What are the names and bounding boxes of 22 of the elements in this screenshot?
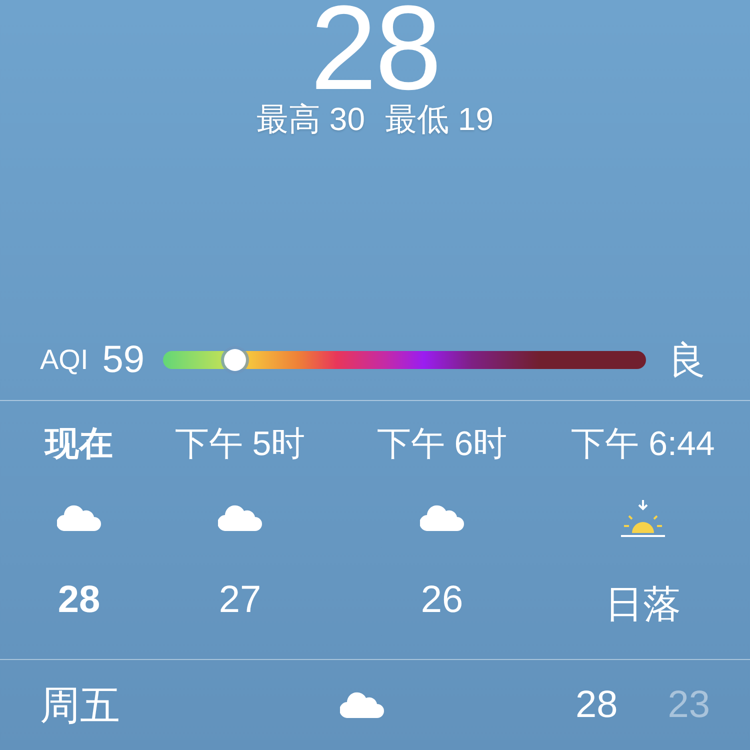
current-temperature: 28: [310, 0, 440, 88]
aqi-quality: 良: [668, 338, 706, 384]
hour-temperature: 日落: [605, 583, 681, 628]
hour-temperature: 26: [420, 579, 464, 622]
low-temperature: 最低 19: [385, 100, 494, 139]
hour-time: 下午 6:44: [571, 424, 715, 461]
hour-time: 下午 5时: [174, 424, 306, 461]
day-name: 周五: [40, 682, 121, 730]
sunset-icon: [620, 499, 666, 537]
hour-time: 下午 6时: [376, 424, 508, 461]
day-low: 23: [668, 684, 710, 726]
aqi-label: AQI: [40, 344, 88, 376]
cloud-icon: [57, 505, 101, 531]
day-high: 28: [575, 684, 618, 726]
hour-temperature: 27: [218, 579, 262, 622]
hour-time: 现在: [45, 424, 113, 461]
high-temperature: 最高 30: [256, 100, 365, 139]
cloud-icon: [340, 692, 384, 718]
aqi-value: 59: [102, 338, 145, 382]
hour-temperature: 28: [58, 579, 100, 622]
cloud-icon: [218, 505, 262, 531]
cloud-icon: [420, 505, 464, 531]
